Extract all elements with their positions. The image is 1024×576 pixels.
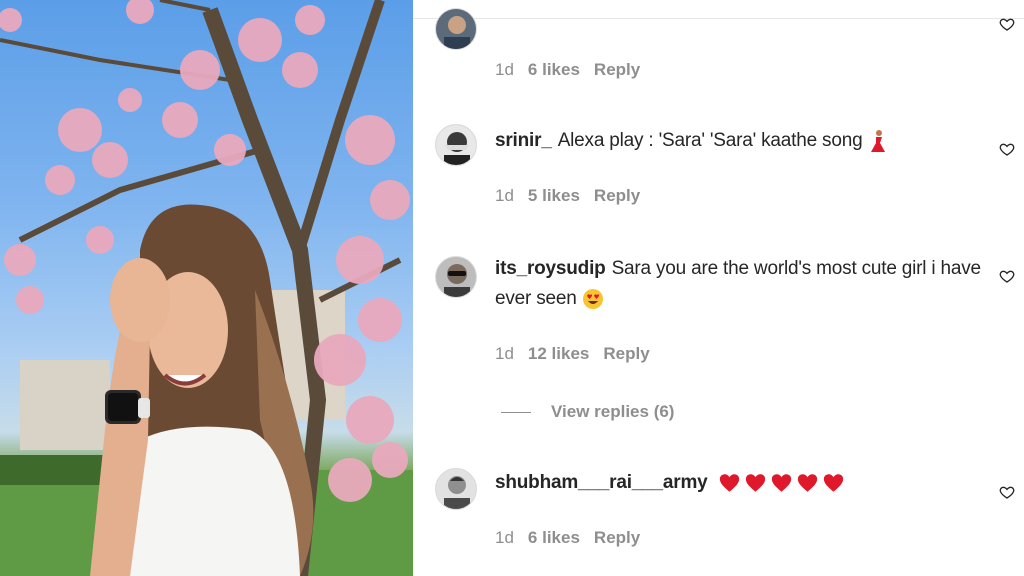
comment-likes[interactable]: 12 likes — [528, 344, 589, 364]
reply-button[interactable]: Reply — [594, 60, 640, 80]
heart-outline-icon[interactable] — [999, 268, 1015, 284]
heart-outline-icon[interactable] — [999, 484, 1015, 500]
red-heart-emoji — [719, 474, 739, 492]
building — [20, 360, 110, 450]
comment-text: srinir_ Alexa play : 'Sara' 'Sara' kaathe… — [495, 126, 995, 156]
comment-meta: 1d 5 likes Reply — [495, 186, 640, 206]
comment-username[interactable]: its_roysudip — [495, 258, 606, 279]
comment-time: 1d — [495, 528, 514, 547]
heart-eyes-emoji — [582, 288, 603, 309]
comment-username[interactable]: srinir_ — [495, 130, 552, 151]
dancer-emoji — [870, 129, 885, 152]
comment-text: its_roysudip Sara you are the world's mos… — [495, 254, 995, 314]
view-replies-label: View replies (6) — [551, 402, 675, 421]
comment-text-truncated — [495, 0, 995, 14]
avatar[interactable] — [435, 468, 477, 510]
comment-meta: 1d 12 likes Reply — [495, 344, 650, 364]
post-photo — [0, 0, 413, 576]
comment-meta: 1d 6 likes Reply — [495, 528, 640, 548]
comment-meta: 1d 6 likes Reply — [495, 60, 640, 80]
reply-button[interactable]: Reply — [594, 528, 640, 548]
comment-text: shubham___rai___army — [495, 468, 995, 498]
heart-outline-icon[interactable] — [999, 16, 1015, 32]
top-divider — [413, 18, 1024, 19]
comment-username[interactable]: shubham___rai___army — [495, 472, 708, 493]
red-heart-emoji — [745, 474, 765, 492]
comment-likes[interactable]: 5 likes — [528, 186, 580, 206]
avatar[interactable] — [435, 256, 477, 298]
red-hearts — [719, 472, 844, 493]
hand — [110, 258, 170, 342]
comment-body: Alexa play : 'Sara' 'Sara' kaathe song — [557, 130, 863, 151]
comment-time: 1d — [495, 186, 514, 205]
comment-time: 1d — [495, 60, 514, 79]
avatar[interactable] — [435, 8, 477, 50]
photo-illustration — [0, 0, 413, 576]
red-heart-emoji — [771, 474, 791, 492]
comment-likes[interactable]: 6 likes — [528, 528, 580, 548]
reply-button[interactable]: Reply — [594, 186, 640, 206]
view-replies-button[interactable]: View replies (6) — [501, 402, 674, 422]
reply-button[interactable]: Reply — [603, 344, 649, 364]
red-heart-emoji — [823, 474, 844, 492]
avatar[interactable] — [435, 124, 477, 166]
comment-likes[interactable]: 6 likes — [528, 60, 580, 80]
heart-outline-icon[interactable] — [999, 141, 1015, 157]
comments-panel: 1d 6 likes Reply srinir_ Alexa play : 'Sa… — [413, 0, 1024, 576]
replies-line — [501, 411, 531, 413]
red-heart-emoji — [797, 474, 818, 492]
comment-time: 1d — [495, 344, 514, 363]
